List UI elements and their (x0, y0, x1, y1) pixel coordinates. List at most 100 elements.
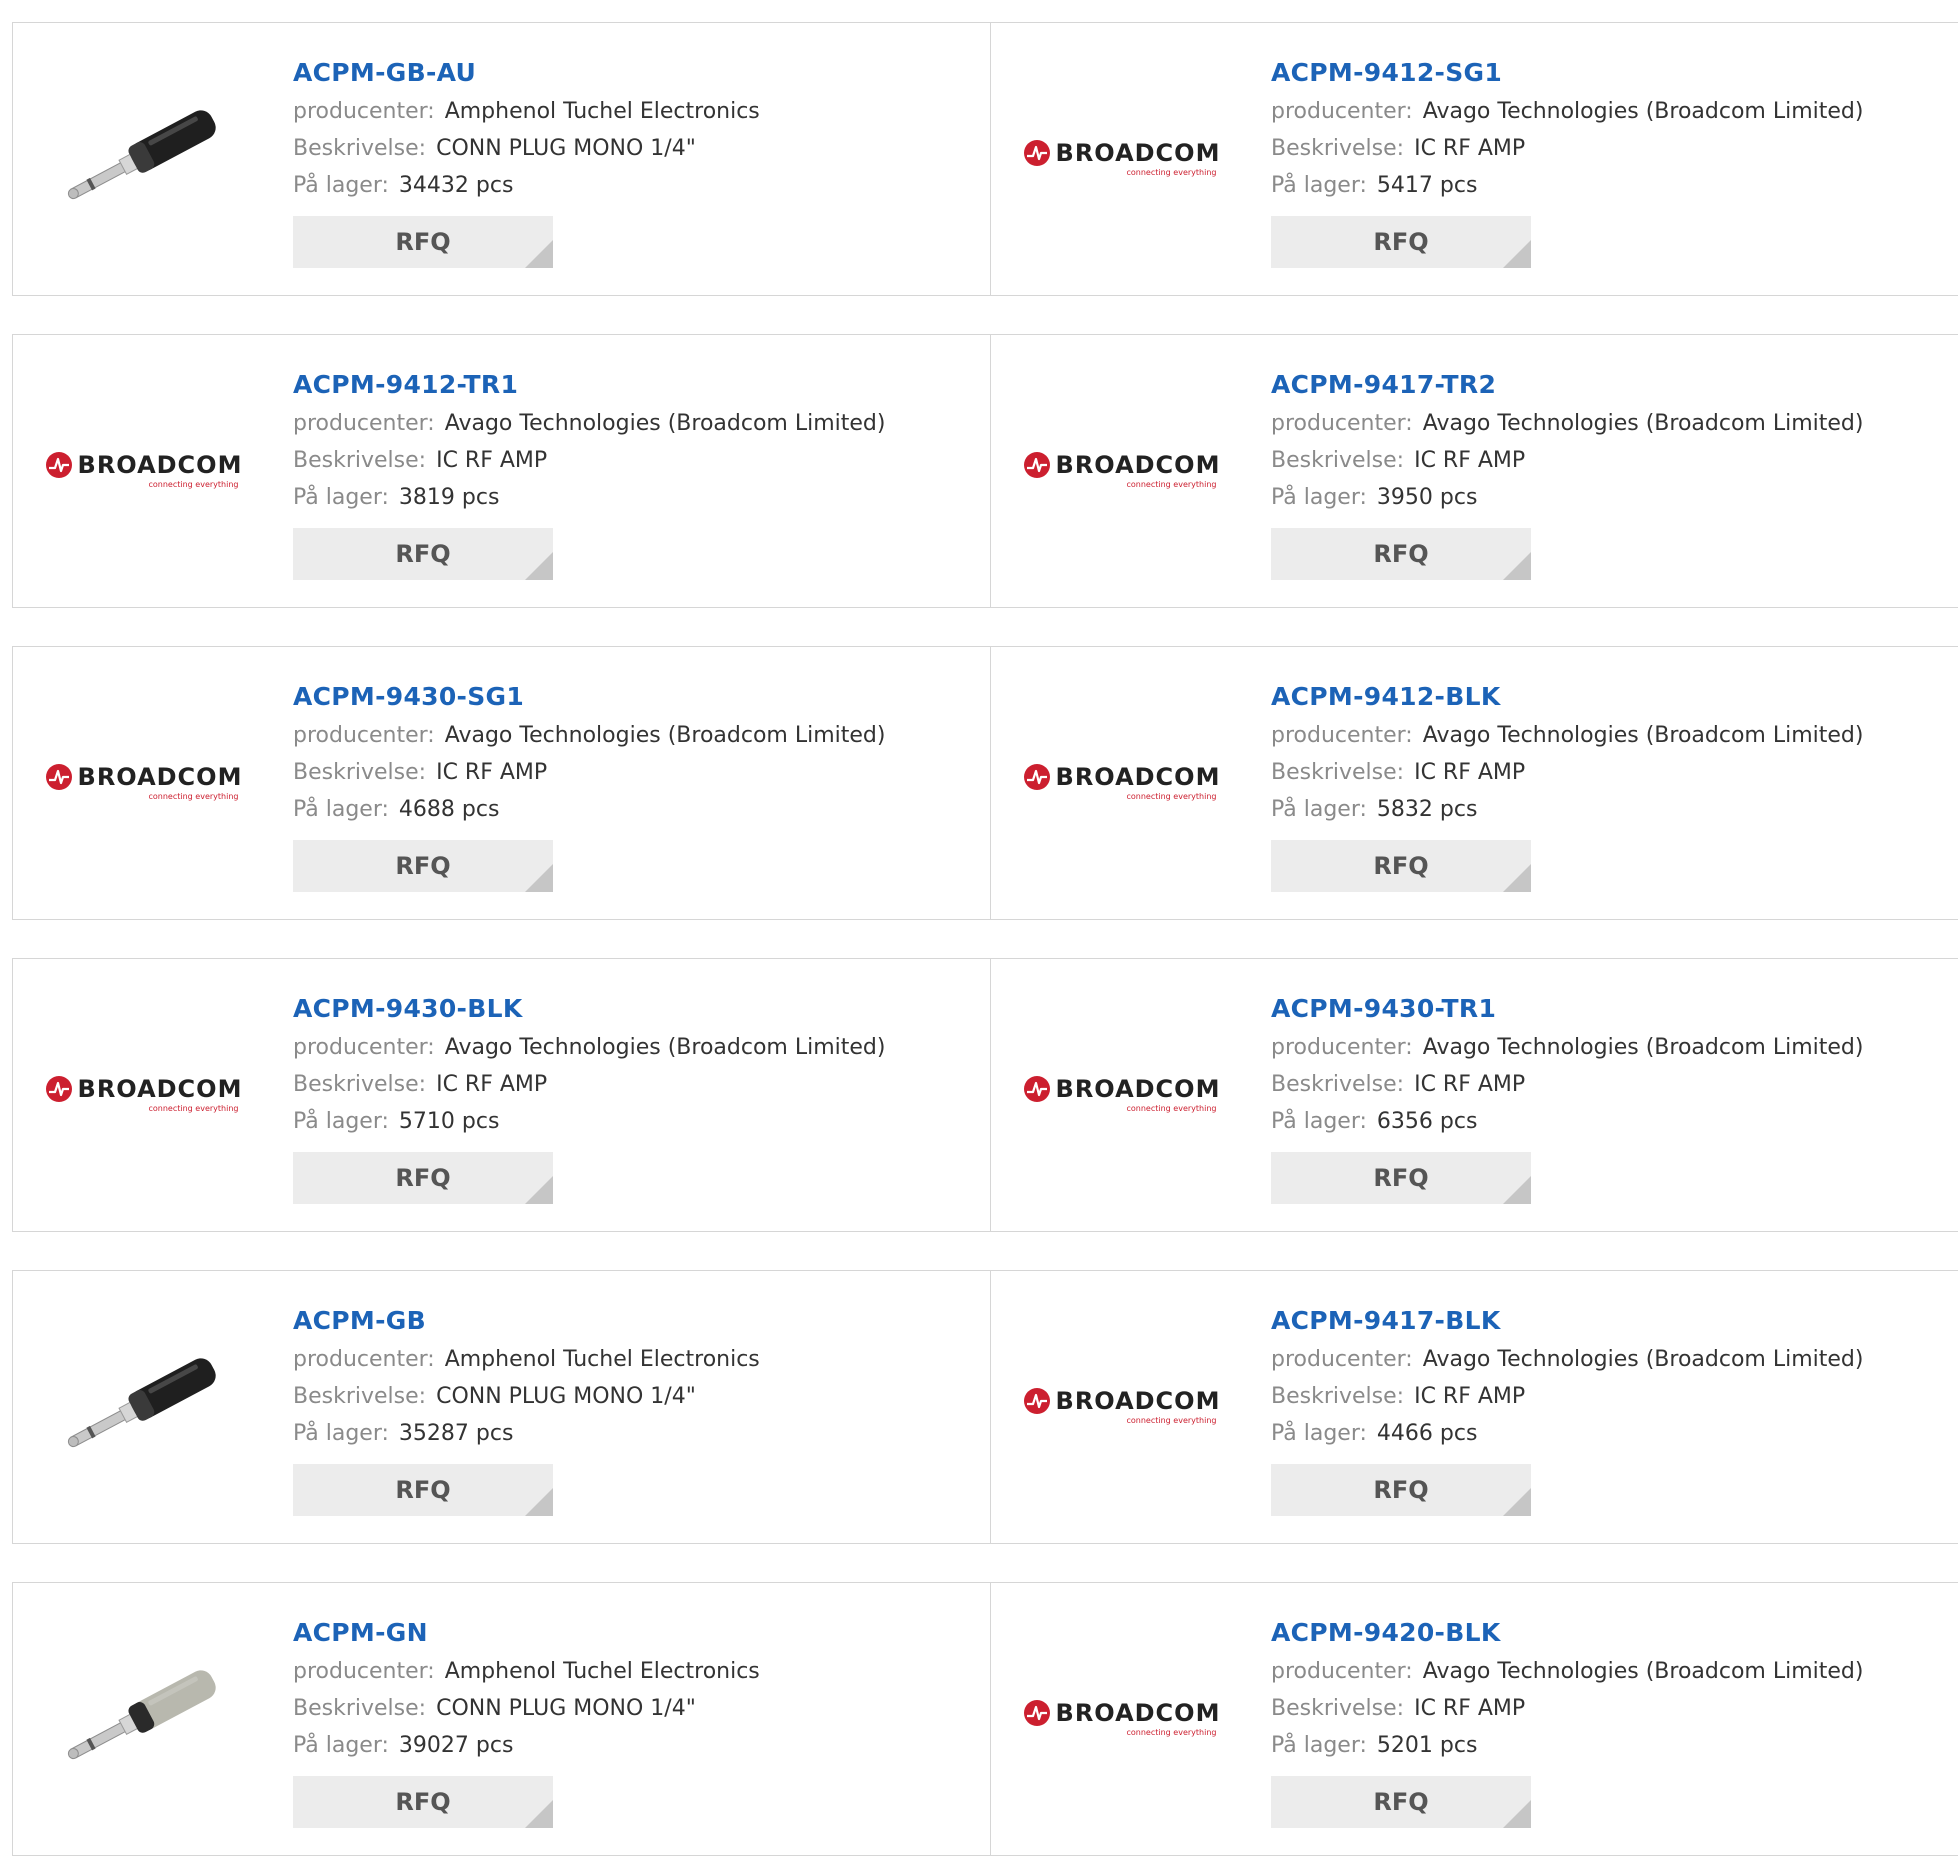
product-thumbnail[interactable] (41, 83, 247, 233)
description-label: Beskrivelse: (1271, 448, 1405, 473)
rfq-label: RFQ (1373, 228, 1429, 256)
description-label: Beskrivelse: (293, 448, 427, 473)
product-card: BROADCOM connecting everything ACPM-9412-B… (991, 647, 1958, 919)
product-thumbnail[interactable]: BROADCOM connecting everything (41, 1019, 247, 1169)
manufacturer-line: producenter: Avago Technologies (Broadcom… (1271, 1653, 1863, 1690)
description-value: IC RF AMP (436, 1072, 548, 1097)
part-number-link[interactable]: ACPM-9430-SG1 (293, 677, 885, 717)
broadcom-tagline: connecting everything (1126, 168, 1217, 177)
corner-triangle-icon (1503, 240, 1531, 268)
product-card: ACPM-GB producenter: Amphenol Tuchel Elect… (13, 1271, 991, 1543)
rfq-label: RFQ (395, 1788, 451, 1816)
stock-line: På lager: 3819 pcs (293, 479, 885, 516)
rfq-button[interactable]: RFQ (293, 1152, 553, 1204)
rfq-button[interactable]: RFQ (293, 1776, 553, 1828)
product-thumbnail[interactable]: BROADCOM connecting everything (41, 395, 247, 545)
broadcom-logo: BROADCOM connecting everything (1023, 763, 1221, 801)
description-line: Beskrivelse: IC RF AMP (293, 1066, 885, 1103)
part-number-link[interactable]: ACPM-GN (293, 1613, 760, 1653)
stock-value: 4466 pcs (1376, 1421, 1478, 1446)
broadcom-mark-icon (45, 452, 72, 478)
manufacturer-label: producenter: (1271, 1035, 1413, 1060)
description-label: Beskrivelse: (1271, 136, 1405, 161)
stock-value: 34432 pcs (398, 173, 514, 198)
part-number-link[interactable]: ACPM-9412-TR1 (293, 365, 885, 405)
description-value: IC RF AMP (1414, 760, 1526, 785)
broadcom-logo: BROADCOM connecting everything (45, 763, 243, 801)
product-info: ACPM-9430-BLK producenter: Avago Technolog… (293, 989, 885, 1204)
jack-plug-image[interactable] (54, 1661, 234, 1775)
broadcom-logo: BROADCOM connecting everything (45, 1075, 243, 1113)
rfq-button[interactable]: RFQ (1271, 1776, 1531, 1828)
part-number-link[interactable]: ACPM-9412-BLK (1271, 677, 1863, 717)
rfq-button[interactable]: RFQ (1271, 1152, 1531, 1204)
rfq-label: RFQ (1373, 1164, 1429, 1192)
stock-label: På lager: (293, 797, 389, 822)
product-thumbnail[interactable]: BROADCOM connecting everything (1019, 1643, 1225, 1793)
rfq-button[interactable]: RFQ (1271, 1464, 1531, 1516)
rfq-button[interactable]: RFQ (293, 840, 553, 892)
part-number-link[interactable]: ACPM-GB-AU (293, 53, 760, 93)
broadcom-mark-icon (1023, 452, 1050, 478)
part-number-link[interactable]: ACPM-GB (293, 1301, 760, 1341)
stock-label: På lager: (293, 1421, 389, 1446)
description-value: IC RF AMP (436, 760, 548, 785)
rfq-button[interactable]: RFQ (1271, 840, 1531, 892)
rfq-button[interactable]: RFQ (293, 528, 553, 580)
part-number-link[interactable]: ACPM-9417-TR2 (1271, 365, 1863, 405)
stock-value: 5201 pcs (1376, 1733, 1478, 1758)
part-number-link[interactable]: ACPM-9430-BLK (293, 989, 885, 1029)
rfq-button[interactable]: RFQ (293, 216, 553, 268)
part-number-link[interactable]: ACPM-9412-SG1 (1271, 53, 1863, 93)
product-thumbnail[interactable]: BROADCOM connecting everything (1019, 83, 1225, 233)
part-number-link[interactable]: ACPM-9420-BLK (1271, 1613, 1863, 1653)
manufacturer-line: producenter: Amphenol Tuchel Electronics (293, 93, 760, 130)
broadcom-tagline: connecting everything (148, 480, 239, 489)
corner-triangle-icon (525, 1176, 553, 1204)
description-line: Beskrivelse: IC RF AMP (1271, 1066, 1863, 1103)
stock-value: 5832 pcs (1376, 797, 1478, 822)
rfq-button[interactable]: RFQ (1271, 216, 1531, 268)
broadcom-tagline: connecting everything (1126, 480, 1217, 489)
description-line: Beskrivelse: CONN PLUG MONO 1/4" (293, 1690, 760, 1727)
manufacturer-line: producenter: Avago Technologies (Broadcom… (293, 405, 885, 442)
stock-value: 5710 pcs (398, 1109, 500, 1134)
jack-plug-image[interactable] (54, 1349, 234, 1463)
product-thumbnail[interactable]: BROADCOM connecting everything (41, 707, 247, 857)
part-number-link[interactable]: ACPM-9430-TR1 (1271, 989, 1863, 1029)
manufacturer-value: Amphenol Tuchel Electronics (444, 1347, 760, 1372)
rfq-label: RFQ (1373, 1476, 1429, 1504)
broadcom-logo-text: BROADCOM (77, 763, 243, 791)
product-card: BROADCOM connecting everything ACPM-9412-T… (13, 335, 991, 607)
rfq-label: RFQ (1373, 1788, 1429, 1816)
broadcom-tagline: connecting everything (1126, 1416, 1217, 1425)
corner-triangle-icon (1503, 1176, 1531, 1204)
rfq-button[interactable]: RFQ (293, 1464, 553, 1516)
manufacturer-line: producenter: Amphenol Tuchel Electronics (293, 1653, 760, 1690)
broadcom-tagline: connecting everything (1126, 792, 1217, 801)
product-thumbnail[interactable]: BROADCOM connecting everything (1019, 1019, 1225, 1169)
product-thumbnail[interactable] (41, 1331, 247, 1481)
description-value: CONN PLUG MONO 1/4" (436, 136, 696, 161)
product-thumbnail[interactable] (41, 1643, 247, 1793)
product-thumbnail[interactable]: BROADCOM connecting everything (1019, 1331, 1225, 1481)
broadcom-logo: BROADCOM connecting everything (1023, 1075, 1221, 1113)
product-thumbnail[interactable]: BROADCOM connecting everything (1019, 707, 1225, 857)
broadcom-mark-icon (1023, 140, 1050, 166)
product-card: ACPM-GB-AU producenter: Amphenol Tuchel El… (13, 23, 991, 295)
stock-label: På lager: (1271, 485, 1367, 510)
product-thumbnail[interactable]: BROADCOM connecting everything (1019, 395, 1225, 545)
stock-label: På lager: (1271, 1421, 1367, 1446)
description-label: Beskrivelse: (293, 136, 427, 161)
jack-plug-image[interactable] (54, 101, 234, 215)
rfq-button[interactable]: RFQ (1271, 528, 1531, 580)
rfq-label: RFQ (1373, 852, 1429, 880)
broadcom-logo: BROADCOM connecting everything (1023, 1699, 1221, 1737)
corner-triangle-icon (525, 864, 553, 892)
stock-label: På lager: (293, 1109, 389, 1134)
part-number-link[interactable]: ACPM-9417-BLK (1271, 1301, 1863, 1341)
rfq-label: RFQ (395, 852, 451, 880)
broadcom-tagline: connecting everything (148, 1104, 239, 1113)
description-line: Beskrivelse: IC RF AMP (1271, 1378, 1863, 1415)
manufacturer-label: producenter: (1271, 99, 1413, 124)
